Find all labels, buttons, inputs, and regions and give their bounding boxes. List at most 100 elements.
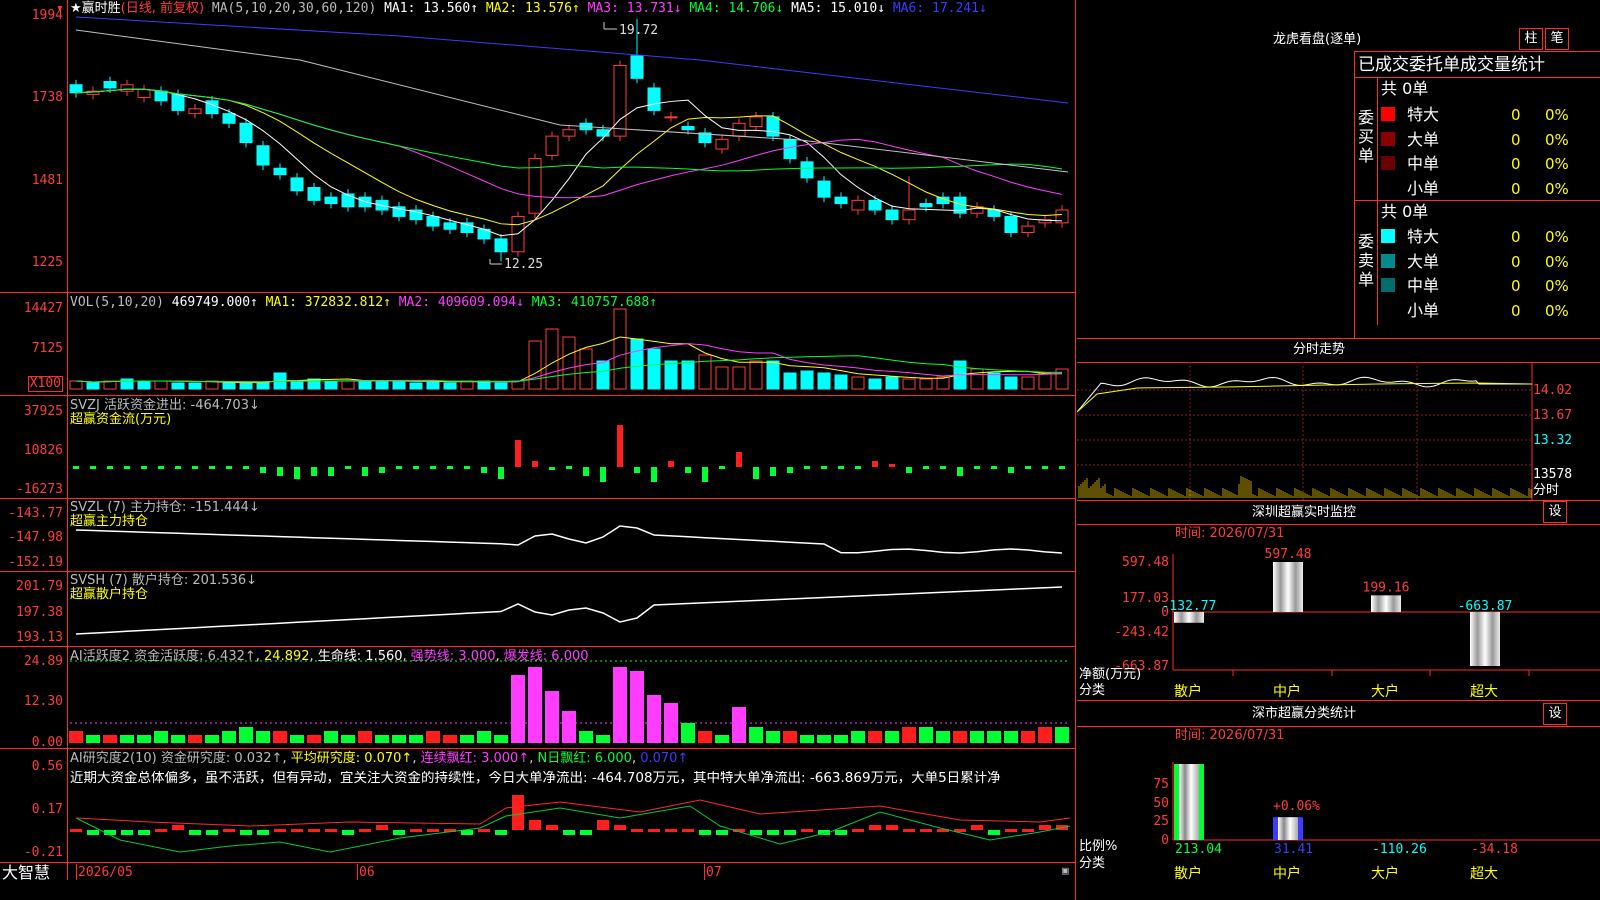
candle: [324, 196, 338, 205]
tick-view-button[interactable]: 笔: [1545, 28, 1569, 50]
class-bar-label: -110.26: [1372, 842, 1427, 857]
fund-flow-bar: [141, 466, 147, 469]
buy-row: 小单 0 0%: [1381, 177, 1600, 199]
sell-row-value: 0: [1511, 277, 1521, 295]
sell-row-name: 大单: [1407, 251, 1440, 271]
color-swatch: [1381, 253, 1395, 268]
fund-flow-bar: [73, 466, 79, 469]
volume-bar: [766, 360, 780, 390]
intraday-label: 分时: [1533, 483, 1560, 498]
candle: [494, 238, 508, 253]
volume-bar: [936, 376, 950, 390]
class-bar-label: 213.04: [1175, 842, 1222, 857]
volume-bar: [222, 382, 236, 390]
bar-view-button[interactable]: 柱: [1519, 28, 1543, 50]
activity-bar: [290, 735, 304, 743]
fund-flow-bar: [243, 466, 249, 469]
fund-flow-bar: [821, 466, 827, 469]
volume-bar: [579, 348, 593, 390]
fund-flow-bar: [498, 467, 504, 479]
activity-bar: [766, 731, 780, 743]
candle: [766, 116, 780, 137]
activity-bar: [868, 731, 882, 743]
activity-bar: [851, 731, 865, 743]
candle: [1021, 225, 1035, 233]
research-bar: [648, 829, 660, 832]
research-bar: [801, 829, 813, 832]
research-bar: [716, 830, 728, 835]
high-label: 19.72: [619, 23, 658, 38]
fund-flow-bar: [685, 467, 691, 473]
volume-bar: [715, 366, 729, 390]
volume-bar: [800, 370, 814, 390]
date-tick: 2026/05: [78, 865, 133, 880]
fund-flow-bar: [396, 466, 402, 469]
buy-total: 共 0单: [1381, 79, 1429, 98]
fund-flow-bar: [753, 467, 759, 479]
volume-bar: [375, 380, 389, 390]
activity-bar: [1055, 727, 1069, 743]
buy-row-value: 0: [1511, 179, 1521, 198]
research-bar: [1022, 829, 1034, 832]
candle: [851, 199, 865, 211]
research-bar: [206, 830, 218, 835]
volume-bar: [1021, 376, 1035, 390]
fund-flow-bar: [974, 466, 980, 469]
volume-bar: [902, 378, 916, 390]
sell-row: 大单 0 0%: [1381, 250, 1600, 272]
volume-bar: [86, 382, 100, 390]
lock-icon[interactable]: ▣: [1062, 864, 1069, 878]
activity-bar: [256, 731, 270, 743]
class-category: 散户: [1174, 865, 1202, 882]
candle: [154, 90, 168, 102]
activity-bar: [375, 735, 389, 743]
monitor-xlabel: 分类: [1079, 683, 1106, 698]
fund-flow-bar: [158, 466, 164, 469]
fund-flow-bar: [668, 461, 674, 467]
main-position-line: [75, 525, 1063, 554]
fund-flow-bar: [311, 467, 317, 476]
activity-bar: [800, 735, 814, 743]
buy-row-percent: 0%: [1545, 130, 1569, 149]
intraday-chart[interactable]: [1077, 362, 1600, 500]
activity-bar: [69, 731, 83, 743]
activity-bar: [426, 731, 440, 743]
research-bar: [546, 825, 558, 830]
activity-bar: [562, 711, 576, 743]
fund-flow-bar: [447, 466, 453, 469]
chart-area[interactable]: ★赢时胜(日线, 前复权) MA(5,10,20,30,60,120) MA1:…: [0, 0, 1076, 900]
fund-flow-bar: [600, 467, 606, 482]
monitor-title: 深圳超赢实时监控: [1252, 505, 1357, 520]
class-settings-button[interactable]: 设: [1543, 703, 1567, 725]
retail-position-line: [75, 586, 1063, 635]
activity-bar: [885, 731, 899, 743]
candle: [256, 145, 270, 166]
fund-flow-bar: [787, 467, 793, 473]
research-bar: [376, 825, 388, 830]
volume-bar: [69, 380, 83, 390]
fund-flow-bar: [889, 464, 895, 467]
activity-bar: [681, 723, 695, 743]
fund-flow-bar: [209, 466, 215, 469]
class-bar-shine: [1179, 764, 1199, 840]
candle: [171, 93, 185, 111]
low-label: 12.25: [504, 257, 543, 272]
volume-bar: [545, 328, 559, 390]
activity-bar: [324, 731, 338, 743]
research-bar: [886, 825, 898, 830]
activity-bar: [120, 735, 134, 743]
research-bar: [393, 830, 405, 835]
candle: [137, 89, 151, 99]
sell-total: 共 0单: [1381, 202, 1429, 221]
fund-flow-bar: [855, 466, 861, 469]
research-bar: [750, 830, 762, 835]
kline-chart[interactable]: 19.72 12.25: [0, 0, 1076, 900]
research-bar: [189, 830, 201, 835]
research-bar: [512, 795, 524, 830]
activity-bar: [477, 731, 491, 743]
monitor-settings-button[interactable]: 设: [1543, 501, 1567, 523]
research-bar: [665, 829, 677, 832]
volume-bar: [290, 380, 304, 390]
research-bar: [359, 829, 371, 832]
fund-flow-bar: [617, 425, 623, 467]
